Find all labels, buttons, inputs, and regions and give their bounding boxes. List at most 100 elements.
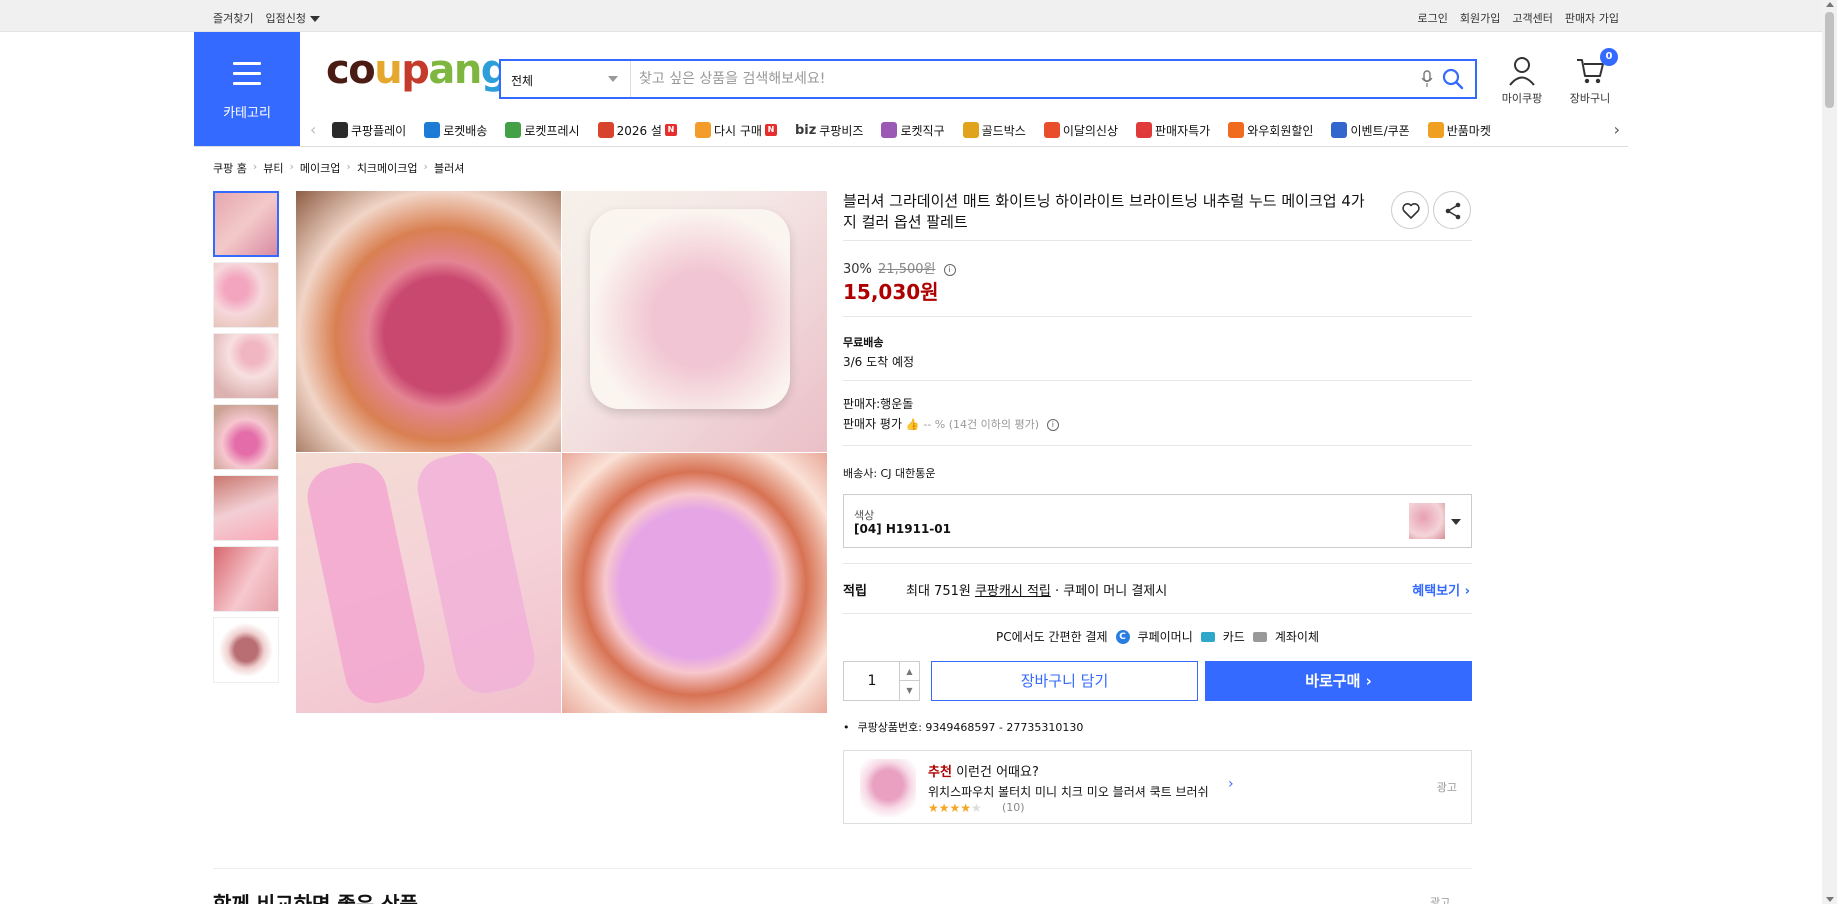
seller-signup-link[interactable]: 판매자 가입 bbox=[1565, 10, 1619, 26]
scroll-thumb[interactable] bbox=[1825, 12, 1834, 108]
color-option-select[interactable]: 색상 [04] H1911-01 bbox=[843, 494, 1472, 548]
increase-quantity-button[interactable]: ▲ bbox=[899, 662, 919, 681]
delivery-estimate: 3/6 도착 예정 bbox=[843, 355, 915, 369]
user-icon bbox=[1509, 57, 1535, 86]
nav-shortcut-item[interactable]: 2026 설N bbox=[597, 122, 677, 139]
search-icon[interactable] bbox=[1441, 67, 1465, 91]
scroll-up-icon[interactable] bbox=[1826, 2, 1834, 7]
breadcrumb-blusher[interactable]: 블러셔 bbox=[434, 160, 464, 176]
product-thumbnail[interactable] bbox=[213, 262, 279, 328]
nav-shortcut-item[interactable]: 반품마켓 bbox=[1427, 122, 1491, 139]
shortcut-icon bbox=[597, 122, 614, 138]
recommendation-image bbox=[860, 759, 916, 817]
coupang-logo[interactable]: coupang bbox=[326, 50, 509, 90]
nav-shortcut-item[interactable]: biz 쿠팡비즈 bbox=[795, 122, 864, 139]
pay-title: PC에서도 간편한 결제 bbox=[995, 630, 1108, 644]
chevron-right-icon: › bbox=[423, 160, 428, 173]
shortcut-icon: biz bbox=[794, 122, 817, 138]
shipping-title: 무료배송 bbox=[843, 336, 884, 349]
add-to-cart-button[interactable]: 장바구니 담기 bbox=[931, 661, 1198, 701]
chevron-right-icon[interactable]: › bbox=[1614, 120, 1620, 139]
nav-shortcut-item[interactable]: 다시 구매 N bbox=[694, 122, 777, 139]
seller-rating-value: -- % (14건 이하의 평가) bbox=[923, 418, 1040, 431]
image-quadrant-compact bbox=[562, 453, 827, 713]
nav-shortcut-item[interactable]: 로켓직구 bbox=[881, 122, 945, 139]
breadcrumb-home[interactable]: 쿠팡 홈 bbox=[213, 160, 247, 176]
scroll-down-icon[interactable] bbox=[1826, 897, 1834, 902]
star-rating: ★★★★★ bbox=[928, 801, 982, 815]
nav-shortcut-item[interactable]: 이달의신상 bbox=[1043, 122, 1118, 139]
cart-count-badge: 0 bbox=[1600, 48, 1618, 66]
product-id: 쿠팡상품번호: 9349468597 - 27735310130 bbox=[843, 719, 1084, 735]
wishlist-button[interactable] bbox=[1391, 191, 1429, 229]
sale-price: 15,030원 bbox=[843, 280, 939, 304]
category-shortcut-bar: ‹ 쿠팡플레이 로켓배송 로켓프레시 2026 설 N 다시 구매 N biz 쿠팡비즈 로켓직구… bbox=[310, 116, 1620, 144]
bank-icon bbox=[1252, 631, 1267, 642]
nav-shortcut-item[interactable]: 이벤트/쿠폰 bbox=[1331, 122, 1410, 139]
seller-name[interactable]: 판매자:행운돌 bbox=[843, 395, 913, 412]
ad-label: 광고 bbox=[1436, 781, 1457, 794]
product-thumbnail[interactable] bbox=[213, 191, 279, 257]
image-quadrant-swatch bbox=[296, 447, 561, 713]
recommendation-card[interactable]: 추천 이런건 어때요? 위치스파우치 볼터치 미니 치크 미오 블러셔 쿡트 브… bbox=[843, 750, 1472, 824]
benefits-link[interactable]: 혜택보기 › bbox=[1412, 580, 1470, 599]
search-scope-select[interactable]: 전체 bbox=[501, 61, 631, 97]
image-quadrant-jelly bbox=[296, 191, 561, 452]
signup-link[interactable]: 회원가입 bbox=[1460, 10, 1500, 26]
product-main-image[interactable] bbox=[296, 191, 827, 713]
breadcrumb-cheek[interactable]: 치크메이크업 bbox=[357, 160, 418, 176]
divider bbox=[843, 445, 1472, 446]
divider bbox=[843, 316, 1472, 317]
info-icon[interactable]: i bbox=[1046, 418, 1059, 431]
bookmark-link[interactable]: 즐겨찾기 bbox=[213, 10, 253, 26]
review-count: (10) bbox=[1002, 801, 1025, 814]
quantity-input[interactable]: 1 bbox=[844, 673, 900, 689]
recommendation-headline: 추천 이런건 어때요? bbox=[928, 765, 1039, 780]
nav-shortcut-item[interactable]: 와우회원할인 bbox=[1228, 122, 1313, 139]
shortcut-icon bbox=[424, 122, 441, 138]
divider bbox=[843, 380, 1472, 381]
payment-methods: PC에서도 간편한 결제 C 쿠페이머니 카드 계좌이체 bbox=[995, 629, 1320, 644]
product-thumbnail[interactable] bbox=[213, 475, 279, 541]
product-thumbnail[interactable] bbox=[213, 333, 279, 399]
shortcut-icon bbox=[1331, 122, 1348, 138]
nav-shortcut-item[interactable]: 쿠팡플레이 bbox=[332, 122, 406, 139]
page-scrollbar[interactable] bbox=[1822, 0, 1837, 904]
share-icon bbox=[1445, 202, 1461, 220]
chevron-right-icon: › bbox=[289, 160, 294, 173]
share-button[interactable] bbox=[1433, 191, 1471, 229]
my-coupang-button[interactable]: 마이쿠팡 bbox=[1492, 56, 1552, 106]
shortcut-icon bbox=[505, 122, 522, 138]
product-thumbnail[interactable] bbox=[213, 404, 279, 470]
breadcrumb-beauty[interactable]: 뷰티 bbox=[263, 160, 283, 176]
search-bar: 전체 bbox=[499, 59, 1477, 99]
divider bbox=[843, 563, 1472, 564]
section-ad-label: 광고 bbox=[1430, 896, 1451, 904]
nav-shortcut-item[interactable]: 골드박스 bbox=[962, 122, 1026, 139]
shortcut-icon bbox=[694, 122, 711, 138]
microphone-icon[interactable] bbox=[1421, 70, 1433, 88]
shortcut-icon bbox=[332, 122, 348, 138]
buy-now-button[interactable]: 바로구매 › bbox=[1205, 661, 1472, 701]
search-input[interactable] bbox=[639, 67, 1399, 91]
nav-shortcut-item[interactable]: 로켓프레시 bbox=[505, 122, 580, 139]
chevron-left-icon[interactable]: ‹ bbox=[310, 120, 316, 139]
category-menu-button[interactable]: 카테고리 bbox=[194, 32, 300, 146]
cash-reward-link[interactable]: 쿠팡캐시 적립 bbox=[975, 584, 1051, 599]
chevron-right-icon[interactable]: › bbox=[1228, 776, 1234, 792]
shortcut-icon bbox=[881, 122, 898, 138]
divider bbox=[843, 240, 1472, 241]
login-link[interactable]: 로그인 bbox=[1418, 10, 1448, 26]
breadcrumb-makeup[interactable]: 메이크업 bbox=[300, 160, 340, 176]
product-thumbnail[interactable] bbox=[213, 617, 279, 683]
product-info: 블러셔 그라데이션 매트 화이트닝 하이라이트 브라이트닝 내추럴 누드 메이크… bbox=[843, 191, 1472, 233]
nav-shortcut-item[interactable]: 판매자특가 bbox=[1136, 122, 1210, 139]
info-icon[interactable]: i bbox=[943, 263, 956, 276]
product-thumbnail[interactable] bbox=[213, 546, 279, 612]
card-icon bbox=[1200, 631, 1215, 642]
seller-apply-link[interactable]: 입점신청 bbox=[265, 10, 320, 26]
nav-shortcut-item[interactable]: 로켓배송 bbox=[424, 122, 487, 139]
customer-center-link[interactable]: 고객센터 bbox=[1512, 10, 1552, 26]
shortcut-icon bbox=[962, 122, 979, 138]
decrease-quantity-button[interactable]: ▼ bbox=[899, 681, 919, 700]
